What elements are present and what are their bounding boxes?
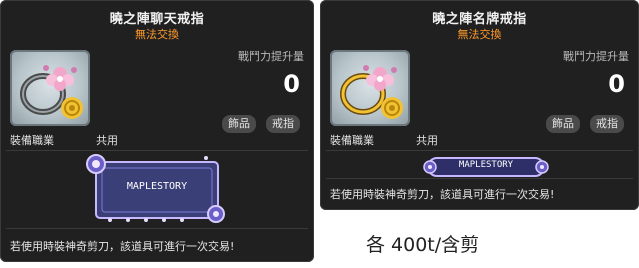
ring-icon [20,65,83,119]
job-value: 共用 [416,134,438,147]
combat-power-value: 0 [608,70,625,98]
job-label: 裝備職業 [10,134,54,147]
divider [326,150,633,151]
gold-coin-icon [381,97,403,119]
divider [6,150,308,151]
trade-status: 無法交換 [457,28,502,41]
flower-ornament-icon [363,65,397,91]
item-tooltip-name-ring: 曉之陣名牌戒指 無法交換 戰鬥力提升量 0 飾品 戒指 裝備職業 共用 MAPL… [320,0,639,210]
ring-icon [340,65,403,119]
gold-coin-icon [61,97,83,119]
job-label: 裝備職業 [330,134,374,147]
divider [326,178,633,179]
tag-ring: 戒指 [590,115,624,133]
price-caption: 各 400t/含剪 [366,234,480,256]
combat-power-label: 戰鬥力提升量 [563,50,629,63]
item-title: 曉之陣聊天戒指 [109,12,205,27]
item-icon-frame [10,50,90,126]
tag-accessory: 飾品 [222,115,256,133]
item-tooltip-chat-ring: 曉之陣聊天戒指 無法交換 戰鬥力提升量 0 飾品 戒指 裝備職業 共用 MAPL… [0,0,314,262]
tag-ring: 戒指 [266,115,300,133]
trade-status: 無法交換 [135,28,179,41]
item-description: 若使用時裝神奇剪刀，該道具可進行一次交易! [10,240,235,253]
plaque-label: MAPLESTORY [126,181,188,192]
tag-accessory: 飾品 [546,115,580,133]
job-value: 共用 [96,134,118,147]
item-icon-frame [330,50,410,126]
combat-power-value: 0 [283,70,300,98]
item-title: 曉之陣名牌戒指 [432,12,527,27]
combat-power-label: 戰鬥力提升量 [238,50,304,63]
divider [6,228,308,229]
plaque-label: MAPLESTORY [458,160,514,170]
item-description: 若使用時裝神奇剪刀，該道具可進行一次交易! [330,188,555,201]
flower-ornament-icon [43,65,77,91]
